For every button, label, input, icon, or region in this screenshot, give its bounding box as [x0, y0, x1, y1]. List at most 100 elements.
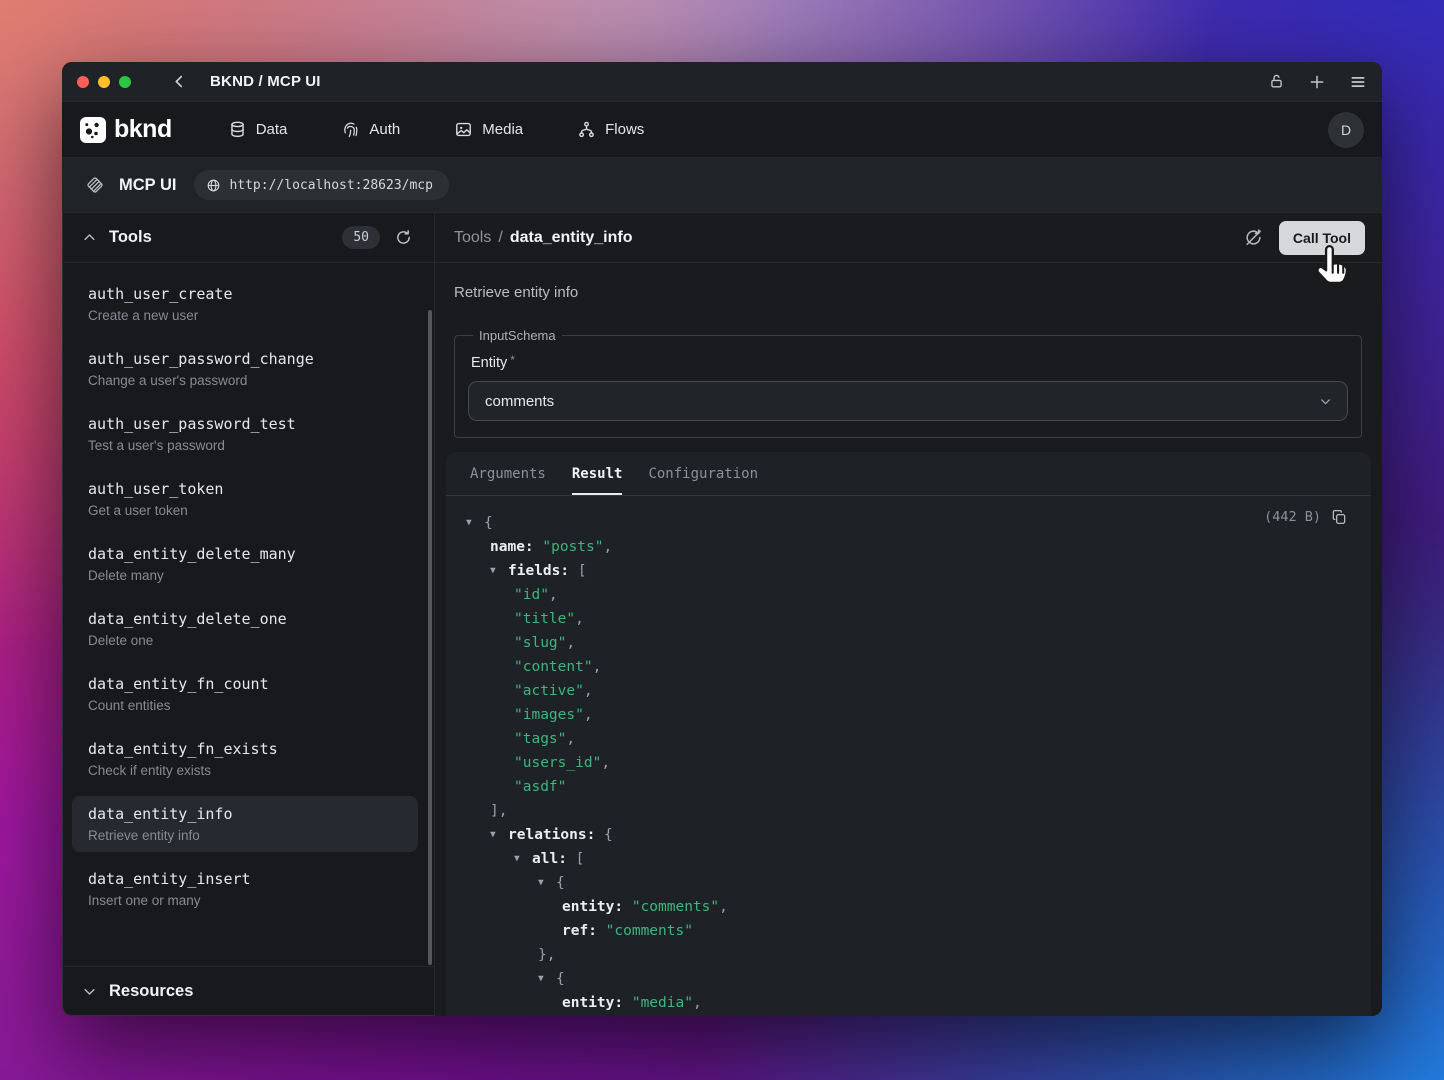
- nav-item-flows[interactable]: Flows: [577, 120, 644, 139]
- mcp-url-pill[interactable]: http://localhost:28623/mcp: [194, 170, 449, 200]
- back-icon[interactable]: [171, 73, 188, 90]
- chevron-up-icon: [82, 230, 97, 245]
- json-key: relations:: [508, 827, 595, 843]
- zoom-window-button[interactable]: [119, 76, 131, 88]
- tool-item[interactable]: data_entity_insertInsert one or many: [72, 861, 418, 917]
- result-size-badge: (442 B): [1264, 509, 1321, 525]
- json-string: "title": [514, 611, 575, 627]
- plus-icon[interactable]: [1308, 73, 1326, 91]
- nav-item-data[interactable]: Data: [228, 120, 288, 139]
- json-punctuation: ,: [604, 539, 613, 555]
- mcp-title: MCP UI: [119, 176, 176, 195]
- json-punctuation: {: [556, 875, 565, 891]
- tool-item[interactable]: auth_user_password_testTest a user's pas…: [72, 406, 418, 462]
- collapse-triangle-icon[interactable]: ▼: [490, 559, 508, 583]
- tab-result[interactable]: Result: [572, 452, 623, 495]
- json-string: "users_id": [514, 755, 601, 771]
- code-line: ▼{: [466, 511, 1347, 535]
- tool-item[interactable]: data_entity_delete_one Delete one: [72, 601, 418, 657]
- copy-icon[interactable]: [1331, 509, 1347, 525]
- sidebar-scrollbar[interactable]: [428, 310, 432, 965]
- tool-name: data_entity_fn_count: [88, 675, 402, 693]
- breadcrumb-parent[interactable]: Tools: [454, 229, 491, 247]
- code-line: "id",: [466, 583, 1347, 607]
- minimize-window-button[interactable]: [98, 76, 110, 88]
- fingerprint-icon: [341, 120, 360, 139]
- tool-item[interactable]: data_entity_fn_existsCheck if entity exi…: [72, 731, 418, 787]
- tool-item[interactable]: auth_user_createCreate a new user: [72, 276, 418, 332]
- json-key: entity:: [562, 995, 623, 1011]
- json-punctuation: [597, 923, 606, 939]
- nav-item-auth[interactable]: Auth: [341, 120, 400, 139]
- call-tool-button[interactable]: Call Tool: [1279, 221, 1365, 255]
- tool-item[interactable]: data_entity_infoRetrieve entity info: [72, 796, 418, 852]
- user-avatar[interactable]: D: [1328, 112, 1364, 148]
- mcp-url: http://localhost:28623/mcp: [229, 178, 433, 193]
- json-string: "tags": [514, 731, 566, 747]
- json-punctuation: ,: [693, 995, 702, 1011]
- tool-desc: Test a user's password: [88, 438, 402, 453]
- input-schema-legend: InputSchema: [473, 328, 562, 343]
- tool-desc: Retrieve entity info: [88, 828, 402, 843]
- collapse-triangle-icon[interactable]: ▼: [466, 511, 484, 535]
- tool-item[interactable]: data_entity_delete_manyDelete many: [72, 536, 418, 592]
- json-punctuation: [623, 995, 632, 1011]
- json-punctuation: ,: [593, 659, 602, 675]
- code-line: "slug",: [466, 631, 1347, 655]
- image-icon: [454, 120, 473, 139]
- resources-section-header[interactable]: Resources: [62, 966, 434, 1016]
- json-key: ref:: [562, 923, 597, 939]
- json-punctuation: ],: [490, 803, 507, 819]
- nav-item-media[interactable]: Media: [454, 120, 523, 139]
- json-punctuation: ,: [566, 635, 575, 651]
- collapse-triangle-icon[interactable]: ▼: [514, 847, 532, 871]
- collapse-triangle-icon[interactable]: ▼: [538, 967, 556, 991]
- close-window-button[interactable]: [77, 76, 89, 88]
- window-title: BKND / MCP UI: [210, 73, 321, 90]
- code-line: ref: "comments": [466, 919, 1347, 943]
- json-punctuation: [623, 899, 632, 915]
- database-icon: [228, 120, 247, 139]
- code-line: ▼relations: {: [466, 823, 1347, 847]
- tool-item[interactable]: auth_user_tokenGet a user token: [72, 471, 418, 527]
- tool-name: auth_user_password_change: [88, 350, 402, 368]
- bknd-logo-icon: [80, 117, 106, 143]
- json-viewer: (442 B) ▼{name: "posts",▼fields: ["id","…: [446, 496, 1371, 1016]
- menu-icon[interactable]: [1349, 73, 1367, 91]
- brand[interactable]: bknd: [80, 115, 172, 144]
- code-line: "content",: [466, 655, 1347, 679]
- collapse-triangle-icon[interactable]: ▼: [538, 871, 556, 895]
- json-punctuation: [: [569, 563, 586, 579]
- refresh-off-icon[interactable]: [1244, 228, 1263, 247]
- tool-desc: Insert one or many: [88, 893, 402, 908]
- tool-name: data_entity_fn_exists: [88, 740, 402, 758]
- json-punctuation: ,: [566, 731, 575, 747]
- tab-configuration[interactable]: Configuration: [648, 452, 758, 495]
- json-key: all:: [532, 851, 567, 867]
- chevron-down-icon: [82, 984, 97, 999]
- entity-select-value: comments: [485, 393, 554, 410]
- globe-icon: [206, 178, 221, 193]
- collapse-triangle-icon[interactable]: ▼: [490, 823, 508, 847]
- code-line: "tags",: [466, 727, 1347, 751]
- main-header: Tools / data_entity_info Call Tool: [435, 213, 1382, 263]
- refresh-icon[interactable]: [395, 229, 412, 246]
- json-punctuation: {: [595, 827, 612, 843]
- lock-open-icon[interactable]: [1268, 73, 1285, 90]
- tools-section-header[interactable]: Tools 50: [62, 213, 434, 263]
- json-punctuation: [: [567, 851, 584, 867]
- code-line: },: [466, 943, 1347, 967]
- entity-select[interactable]: comments: [468, 381, 1348, 421]
- code-line: name: "posts",: [466, 535, 1347, 559]
- tool-desc: Change a user's password: [88, 373, 402, 388]
- tool-item[interactable]: data_entity_fn_countCount entities: [72, 666, 418, 722]
- breadcrumb-current: data_entity_info: [510, 229, 633, 247]
- code-line: ▼{: [466, 967, 1347, 991]
- json-punctuation: },: [538, 947, 555, 963]
- titlebar: BKND / MCP UI: [62, 62, 1382, 102]
- tab-arguments[interactable]: Arguments: [470, 452, 546, 495]
- tool-desc: Delete one: [88, 633, 402, 648]
- tool-name: data_entity_delete_one: [88, 610, 402, 628]
- tool-item[interactable]: auth_user_password_change Change a user's…: [72, 341, 418, 397]
- main-panel: Tools / data_entity_info Call Tool Retri…: [435, 213, 1382, 1016]
